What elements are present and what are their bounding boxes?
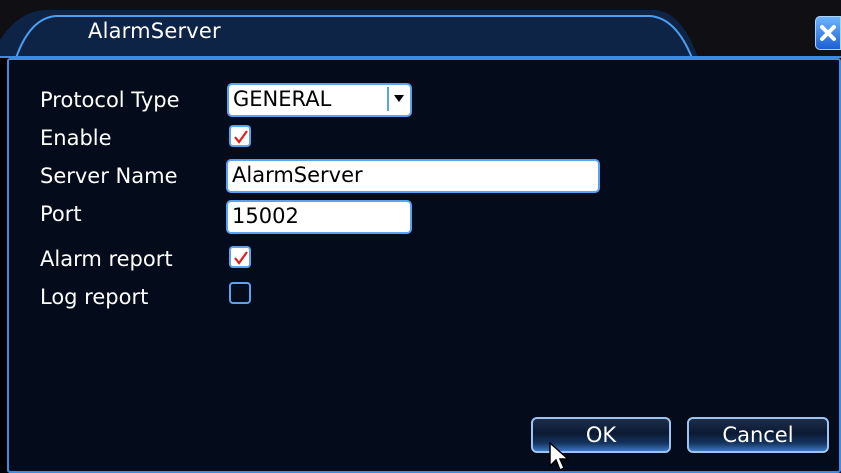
check-icon xyxy=(234,130,248,144)
chevron-down-icon xyxy=(394,95,404,102)
cancel-button[interactable]: Cancel xyxy=(687,417,829,453)
port-value: 15002 xyxy=(232,204,299,228)
protocol-type-value: GENERAL xyxy=(233,87,332,111)
close-button[interactable] xyxy=(815,16,841,50)
mouse-cursor-icon xyxy=(549,442,569,472)
dialog-title-bar: AlarmServer xyxy=(0,0,841,58)
server-name-value: AlarmServer xyxy=(232,163,363,187)
dialog-title: AlarmServer xyxy=(88,19,221,43)
log-report-label: Log report xyxy=(40,285,149,309)
enable-label: Enable xyxy=(40,126,112,150)
port-label: Port xyxy=(40,202,82,226)
check-icon xyxy=(234,251,248,265)
enable-checkbox[interactable] xyxy=(229,125,251,147)
protocol-type-select[interactable]: GENERAL xyxy=(227,83,412,117)
protocol-type-label: Protocol Type xyxy=(40,88,180,112)
dropdown-arrow[interactable] xyxy=(387,87,409,111)
alarm-report-checkbox[interactable] xyxy=(229,246,251,268)
alarm-report-label: Alarm report xyxy=(40,247,173,271)
port-input[interactable]: 15002 xyxy=(226,200,412,234)
log-report-checkbox[interactable] xyxy=(229,282,251,304)
close-icon xyxy=(820,25,836,41)
server-name-input[interactable]: AlarmServer xyxy=(226,159,600,193)
server-name-label: Server Name xyxy=(40,164,178,188)
